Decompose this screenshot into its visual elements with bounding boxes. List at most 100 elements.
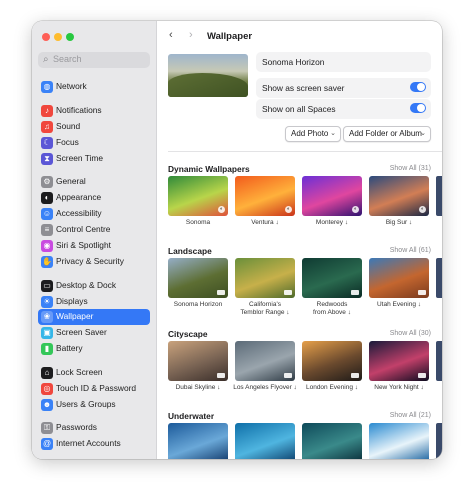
sidebar-item-appearance[interactable]: ◐ Appearance bbox=[38, 190, 150, 206]
wallpaper-caption: Redwoods from Above ↓ bbox=[313, 301, 351, 316]
sidebar-item-users-groups[interactable]: ☻ Users & Groups bbox=[38, 397, 150, 413]
sidebar-item-touch-id-password[interactable]: ◎ Touch ID & Password bbox=[38, 381, 150, 397]
next-thumbnail-peek[interactable] bbox=[436, 176, 442, 216]
sidebar-item-label: Lock Screen bbox=[56, 367, 103, 377]
wallpaper-name-box: Sonoma Horizon bbox=[256, 52, 431, 72]
sidebar-item-label: Touch ID & Password bbox=[56, 383, 137, 393]
video-badge-icon bbox=[284, 373, 292, 378]
sidebar-item-screen-time[interactable]: ⧗ Screen Time bbox=[38, 151, 150, 167]
wallpaper-caption: Monterey ↓ bbox=[315, 219, 349, 226]
minimize-window-button[interactable] bbox=[54, 33, 62, 41]
wallpaper-caption: New York Night ↓ bbox=[374, 384, 424, 391]
wallpaper-thumbnail[interactable]: ◐ bbox=[369, 176, 429, 216]
dynamic-badge-icon: ◐ bbox=[285, 206, 292, 213]
sidebar-item-desktop-dock[interactable]: ▭ Desktop & Dock bbox=[38, 278, 150, 294]
video-badge-icon bbox=[217, 373, 225, 378]
sidebar-item-sound[interactable]: ♫ Sound bbox=[38, 119, 150, 135]
section-title: Cityscape bbox=[168, 329, 208, 339]
sidebar-item-label: Displays bbox=[56, 296, 88, 306]
sidebar-item-network[interactable]: ◍ Network bbox=[38, 79, 150, 95]
all-spaces-toggle[interactable] bbox=[410, 103, 426, 113]
add-photo-button[interactable]: Add Photo ⌄ bbox=[285, 126, 341, 142]
sidebar-item-general[interactable]: ⚙ General bbox=[38, 174, 150, 190]
video-badge-icon bbox=[418, 290, 426, 295]
back-chevron-icon[interactable]: ‹ bbox=[169, 29, 173, 41]
current-wallpaper-preview bbox=[168, 54, 248, 97]
wallpaper-thumbnail[interactable] bbox=[168, 423, 228, 459]
sidebar-item-battery[interactable]: ▮ Battery bbox=[38, 341, 150, 357]
wallpaper-thumbnail[interactable] bbox=[302, 341, 362, 381]
search-placeholder: Search bbox=[53, 54, 82, 64]
sidebar-item-screen-saver[interactable]: ▣ Screen Saver bbox=[38, 325, 150, 341]
wallpaper-caption: Dubai Skyline ↓ bbox=[175, 384, 221, 391]
search-input[interactable]: ⌕ Search bbox=[38, 52, 150, 68]
wallpaper-thumbnail[interactable] bbox=[302, 258, 362, 298]
sidebar-item-passwords[interactable]: ⚿ Passwords bbox=[38, 420, 150, 436]
next-thumbnail-peek[interactable] bbox=[436, 423, 442, 459]
forward-chevron-icon[interactable]: › bbox=[189, 29, 193, 41]
wallpaper-name: Sonoma Horizon bbox=[262, 57, 325, 67]
screen-saver-toggle[interactable] bbox=[410, 82, 426, 92]
screen-saver-row: Show as screen saver bbox=[256, 78, 431, 98]
wallpaper-caption: Big Sur ↓ bbox=[385, 219, 413, 226]
gear-icon: ⚙ bbox=[41, 176, 53, 188]
dynamic-badge-icon: ◐ bbox=[352, 206, 359, 213]
sidebar-item-label: Focus bbox=[56, 137, 79, 147]
show-all-button[interactable]: Show All (21) bbox=[390, 412, 431, 419]
hand-icon: ✋ bbox=[41, 256, 53, 268]
main-pane: ‹ › Wallpaper Sonoma Horizon Show as scr… bbox=[157, 21, 442, 459]
globe-icon: ◍ bbox=[41, 81, 53, 93]
divider bbox=[168, 151, 442, 152]
wallpaper-thumbnail[interactable] bbox=[302, 423, 362, 459]
zoom-window-button[interactable] bbox=[66, 33, 74, 41]
sidebar-item-focus[interactable]: ☾ Focus bbox=[38, 135, 150, 151]
sidebar-item-displays[interactable]: ☀ Displays bbox=[38, 294, 150, 310]
show-all-button[interactable]: Show All (61) bbox=[390, 247, 431, 254]
bell-icon: ♪ bbox=[41, 105, 53, 117]
section-title: Underwater bbox=[168, 411, 215, 421]
wallpaper-thumbnail[interactable] bbox=[168, 258, 228, 298]
next-thumbnail-peek[interactable] bbox=[436, 341, 442, 381]
wallpaper-thumbnail[interactable] bbox=[369, 258, 429, 298]
wallpaper-thumbnail[interactable] bbox=[369, 423, 429, 459]
wallpaper-thumbnail[interactable] bbox=[235, 423, 295, 459]
sidebar-item-siri-spotlight[interactable]: ◉ Siri & Spotlight bbox=[38, 238, 150, 254]
show-all-button[interactable]: Show All (30) bbox=[390, 330, 431, 337]
wallpaper-caption: Los Angeles Flyover ↓ bbox=[233, 384, 297, 391]
sidebar-item-notifications[interactable]: ♪ Notifications bbox=[38, 103, 150, 119]
wallpaper-caption: Sonoma bbox=[185, 219, 211, 226]
sidebar-item-label: Notifications bbox=[56, 105, 102, 115]
chevron-down-icon: ⌄ bbox=[420, 130, 426, 137]
sidebar-item-internet-accounts[interactable]: @ Internet Accounts bbox=[38, 436, 150, 452]
video-badge-icon bbox=[217, 290, 225, 295]
all-spaces-row: Show on all Spaces bbox=[256, 99, 431, 119]
wallpaper-thumbnail[interactable] bbox=[235, 258, 295, 298]
sidebar-item-label: Passwords bbox=[56, 422, 97, 432]
wallpaper-thumbnail[interactable] bbox=[168, 341, 228, 381]
sidebar-item-accessibility[interactable]: ☺ Accessibility bbox=[38, 206, 150, 222]
video-badge-icon bbox=[351, 373, 359, 378]
wallpaper-thumbnail[interactable] bbox=[369, 341, 429, 381]
sidebar-item-label: Users & Groups bbox=[56, 399, 116, 409]
sidebar-item-label: Accessibility bbox=[56, 208, 102, 218]
add-folder-button[interactable]: Add Folder or Album ⌄ bbox=[343, 126, 431, 142]
sidebar-item-label: Appearance bbox=[56, 192, 102, 202]
sidebar-item-wallpaper[interactable]: ❀ Wallpaper bbox=[38, 309, 150, 325]
next-thumbnail-peek[interactable] bbox=[436, 258, 442, 298]
sidebar-item-label: Screen Time bbox=[56, 153, 104, 163]
sidebar-item-label: Siri & Spotlight bbox=[56, 240, 111, 250]
wallpaper-thumbnail[interactable]: ◐ bbox=[302, 176, 362, 216]
wallpaper-thumbnail[interactable] bbox=[235, 341, 295, 381]
sidebar-item-control-centre[interactable]: ≡ Control Centre bbox=[38, 222, 150, 238]
close-window-button[interactable] bbox=[42, 33, 50, 41]
wallpaper-thumbnail[interactable]: ◐ bbox=[168, 176, 228, 216]
fingerprint-icon: ◎ bbox=[41, 383, 53, 395]
add-photo-label: Add Photo bbox=[291, 129, 329, 138]
wallpaper-caption: Ventura ↓ bbox=[251, 219, 279, 226]
wallpaper-thumbnail[interactable]: ◐ bbox=[235, 176, 295, 216]
sidebar-item-privacy-security[interactable]: ✋ Privacy & Security bbox=[38, 254, 150, 270]
sidebar-item-lock-screen[interactable]: ⌂ Lock Screen bbox=[38, 365, 150, 381]
sidebar-item-label: Privacy & Security bbox=[56, 256, 124, 266]
show-all-button[interactable]: Show All (31) bbox=[390, 165, 431, 172]
display-icon: ☀ bbox=[41, 296, 53, 308]
